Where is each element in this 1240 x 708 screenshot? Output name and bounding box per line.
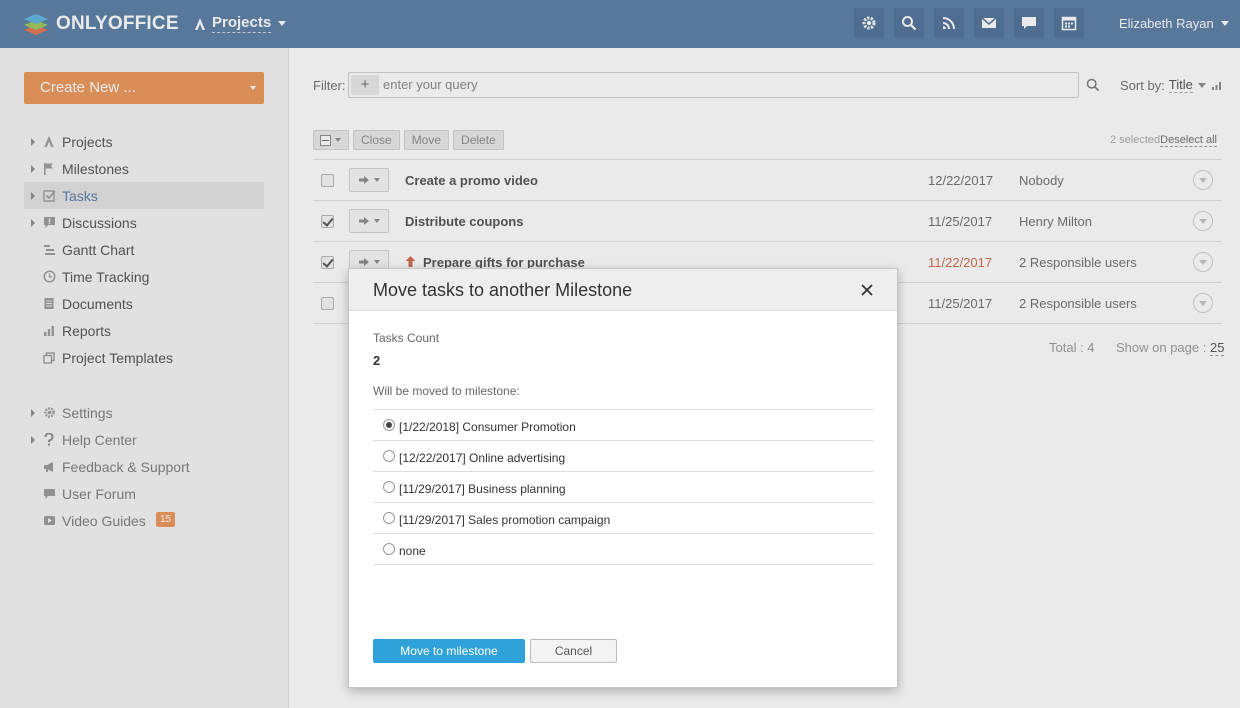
milestone-option-label: [11/29/2017] Sales promotion campaign <box>399 513 611 527</box>
milestone-option[interactable]: [11/29/2017] Sales promotion campaign <box>373 503 874 534</box>
milestone-option[interactable]: [1/22/2018] Consumer Promotion <box>373 410 874 441</box>
milestone-option-label: [12/22/2017] Online advertising <box>399 451 566 465</box>
milestone-option[interactable]: [12/22/2017] Online advertising <box>373 441 874 472</box>
dialog-footer: Move to milestone Cancel <box>373 639 617 663</box>
milestone-option-label: [1/22/2018] Consumer Promotion <box>399 420 576 434</box>
milestone-option[interactable]: none <box>373 534 874 565</box>
milestone-radio[interactable] <box>383 450 395 462</box>
dialog-title: Move tasks to another Milestone <box>373 280 633 300</box>
milestone-option-label: [11/29/2017] Business planning <box>399 482 566 496</box>
cancel-button[interactable]: Cancel <box>530 639 617 663</box>
milestone-radio[interactable] <box>383 419 395 431</box>
close-dialog-button[interactable] <box>859 282 875 298</box>
dialog-body: Tasks Count 2 Will be moved to milestone… <box>373 331 874 565</box>
move-tasks-dialog: Move tasks to another Milestone Tasks Co… <box>348 268 898 688</box>
tasks-count-label: Tasks Count <box>373 331 440 345</box>
close-icon <box>861 284 873 296</box>
milestone-option-label: none <box>399 544 426 558</box>
tasks-count-value: 2 <box>373 353 381 368</box>
milestone-radio[interactable] <box>383 543 395 555</box>
milestone-select-label: Will be moved to milestone: <box>373 384 520 398</box>
milestone-radio[interactable] <box>383 512 395 524</box>
milestone-radio[interactable] <box>383 481 395 493</box>
milestone-option[interactable]: [11/29/2017] Business planning <box>373 472 874 503</box>
dialog-header: Move tasks to another Milestone <box>349 269 897 311</box>
move-to-milestone-button[interactable]: Move to milestone <box>373 639 525 663</box>
milestone-options: [1/22/2018] Consumer Promotion [12/22/20… <box>373 409 874 565</box>
